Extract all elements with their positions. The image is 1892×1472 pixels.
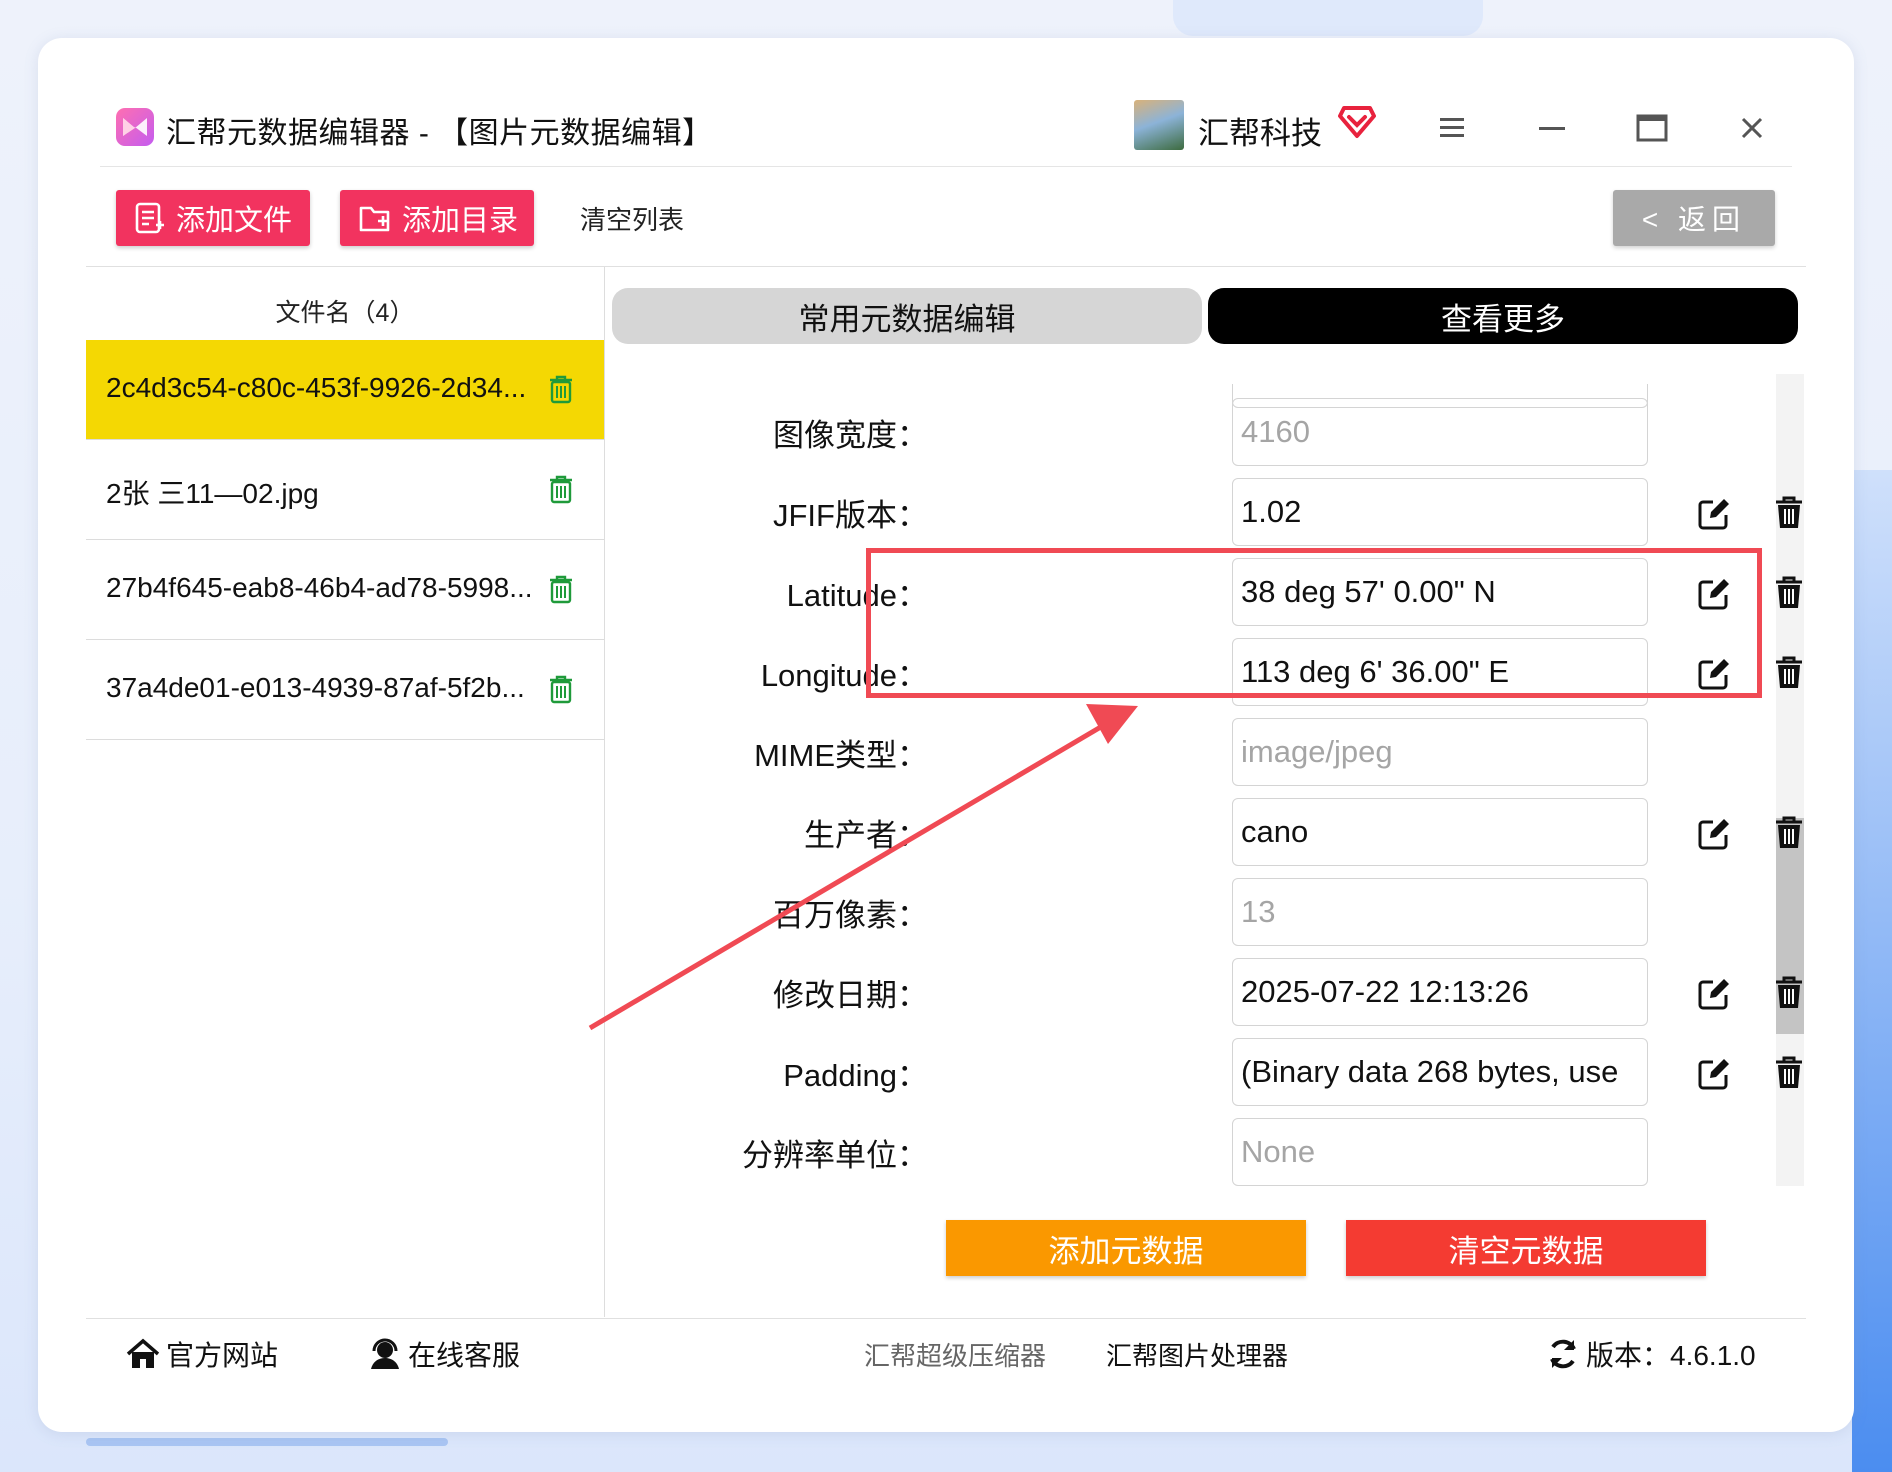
refresh-icon xyxy=(1550,1339,1576,1369)
clear-list-button[interactable]: 清空列表 xyxy=(580,200,684,237)
delete-icon[interactable] xyxy=(1774,816,1804,855)
vip-diamond-icon[interactable] xyxy=(1338,104,1376,145)
metadata-label: MIME类型： xyxy=(754,738,928,773)
metadata-row: 图像宽度： 4160 xyxy=(606,390,1766,470)
metadata-input[interactable]: image/jpeg xyxy=(1232,718,1648,786)
trash-icon[interactable] xyxy=(548,574,574,609)
taskbar-indicator xyxy=(86,1438,448,1446)
divider xyxy=(100,166,1792,167)
metadata-label: Padding： xyxy=(783,1058,928,1093)
compressor-link[interactable]: 汇帮超级压缩器 xyxy=(864,1336,1046,1373)
trash-icon[interactable] xyxy=(548,374,574,409)
add-folder-button[interactable]: 添加目录 xyxy=(340,190,534,246)
file-name: 2c4d3c54-c80c-453f-9926-2d34... xyxy=(106,372,527,403)
minimize-icon[interactable] xyxy=(1532,108,1572,148)
maximize-icon[interactable] xyxy=(1632,108,1672,148)
trash-icon[interactable] xyxy=(548,674,574,709)
close-icon[interactable] xyxy=(1732,108,1772,148)
add-file-label: 添加文件 xyxy=(176,205,293,237)
file-add-icon xyxy=(135,202,164,234)
menu-icon[interactable] xyxy=(1432,108,1472,148)
image-tool-link[interactable]: 汇帮图片处理器 xyxy=(1106,1336,1288,1373)
delete-icon[interactable] xyxy=(1774,976,1804,1015)
add-folder-label: 添加目录 xyxy=(402,205,519,237)
file-list-item[interactable]: 2张 三11—02.jpg xyxy=(86,440,604,540)
metadata-input[interactable]: 2025-07-22 12:13:26 xyxy=(1232,958,1648,1026)
divider xyxy=(86,1318,1806,1319)
metadata-label: 修改日期： xyxy=(773,978,928,1013)
add-metadata-button[interactable]: 添加元数据 xyxy=(946,1220,1306,1276)
metadata-row: 百万像素： 13 xyxy=(606,870,1766,950)
file-list-item[interactable]: 27b4f645-eab8-46b4-ad78-5998... xyxy=(86,540,604,640)
background-shape xyxy=(1173,0,1483,36)
metadata-input[interactable]: 1.02 xyxy=(1232,478,1648,546)
headset-icon xyxy=(371,1338,399,1369)
metadata-row: 生产者： cano xyxy=(606,790,1802,870)
title-bar: 汇帮元数据编辑器 - 【图片元数据编辑】 汇帮科技 xyxy=(86,84,1806,166)
metadata-row: JFIF版本： 1.02 xyxy=(606,470,1802,550)
version-info[interactable]: 版本：4.6.1.0 xyxy=(1546,1334,1756,1374)
file-name: 2张 三11—02.jpg xyxy=(106,478,319,509)
metadata-input[interactable]: 13 xyxy=(1232,878,1648,946)
delete-icon[interactable] xyxy=(1774,656,1804,695)
trash-icon[interactable] xyxy=(548,474,574,509)
background-gradient xyxy=(1852,470,1892,1472)
metadata-label: JFIF版本： xyxy=(773,498,928,533)
file-list-item[interactable]: 2c4d3c54-c80c-453f-9926-2d34... xyxy=(86,340,604,440)
metadata-input[interactable]: cano xyxy=(1232,798,1648,866)
tab-view-more[interactable]: 查看更多 xyxy=(1208,288,1798,344)
edit-icon[interactable] xyxy=(1696,496,1732,537)
metadata-label: 生产者： xyxy=(804,818,928,853)
website-label: 官方网站 xyxy=(166,1340,279,1371)
clear-metadata-button[interactable]: 清空元数据 xyxy=(1346,1220,1706,1276)
metadata-row: 修改日期： 2025-07-22 12:13:26 xyxy=(606,950,1802,1030)
metadata-input[interactable]: 4160 xyxy=(1232,398,1648,466)
home-icon xyxy=(126,1338,160,1368)
file-list-item[interactable]: 37a4de01-e013-4939-87af-5f2b... xyxy=(86,640,604,740)
website-link[interactable]: 官方网站 xyxy=(126,1334,278,1374)
delete-icon[interactable] xyxy=(1774,1056,1804,1095)
file-name: 27b4f645-eab8-46b4-ad78-5998... xyxy=(106,572,533,603)
version-label: 版本：4.6.1.0 xyxy=(1586,1340,1756,1371)
metadata-input[interactable]: (Binary data 268 bytes, use xyxy=(1232,1038,1648,1106)
company-name: 汇帮科技 xyxy=(1198,116,1322,151)
metadata-input[interactable]: None xyxy=(1232,1118,1648,1186)
support-link[interactable]: 在线客服 xyxy=(368,1334,520,1374)
window-title: 汇帮元数据编辑器 - 【图片元数据编辑】 xyxy=(166,117,713,150)
delete-icon[interactable] xyxy=(1774,576,1804,615)
app-logo-icon xyxy=(116,108,154,146)
file-list-header: 文件名（4） xyxy=(275,299,415,327)
edit-icon[interactable] xyxy=(1696,816,1732,857)
main-window: 汇帮元数据编辑器 - 【图片元数据编辑】 汇帮科技 添加文件 添加目录 清空列表… xyxy=(86,84,1806,1402)
delete-icon[interactable] xyxy=(1774,496,1804,535)
edit-icon[interactable] xyxy=(1696,1056,1732,1097)
highlight-box xyxy=(866,548,1762,698)
user-avatar[interactable] xyxy=(1134,100,1184,150)
metadata-label: 百万像素： xyxy=(773,898,928,933)
back-button[interactable]: < 返回 xyxy=(1613,190,1775,246)
metadata-label: 图像宽度： xyxy=(773,418,928,453)
metadata-row: MIME类型： image/jpeg xyxy=(606,710,1766,790)
file-name: 37a4de01-e013-4939-87af-5f2b... xyxy=(106,672,525,703)
tab-common-metadata[interactable]: 常用元数据编辑 xyxy=(612,288,1202,344)
metadata-row: Padding： (Binary data 268 bytes, use xyxy=(606,1030,1802,1110)
edit-icon[interactable] xyxy=(1696,976,1732,1017)
support-label: 在线客服 xyxy=(408,1340,521,1371)
metadata-row: 分辨率单位： None xyxy=(606,1110,1766,1190)
folder-add-icon xyxy=(359,206,390,232)
add-file-button[interactable]: 添加文件 xyxy=(116,190,310,246)
file-list-panel: 文件名（4） 2c4d3c54-c80c-453f-9926-2d34... 2… xyxy=(86,267,605,1317)
metadata-label: 分辨率单位： xyxy=(742,1138,928,1173)
